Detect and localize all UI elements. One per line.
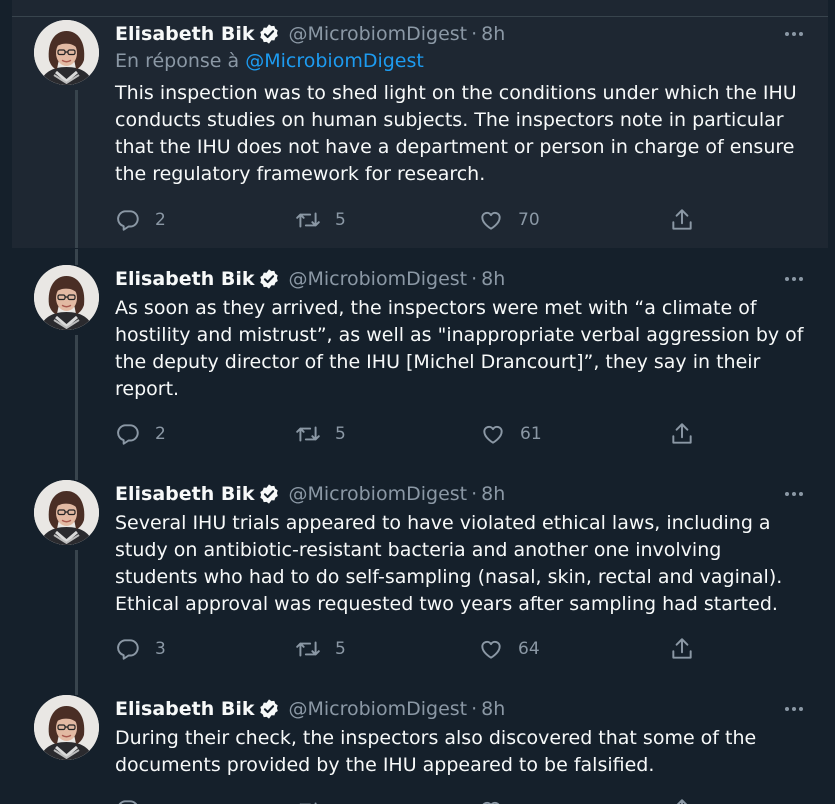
more-icon[interactable]	[782, 22, 806, 46]
reply-to-prefix: En réponse à	[115, 50, 240, 72]
retweet-button[interactable]: 5	[295, 420, 346, 448]
tweet-time[interactable]: 8h	[481, 23, 505, 45]
retweet-icon	[295, 207, 321, 233]
like-count: 64	[518, 639, 540, 659]
author-handle[interactable]: @MicrobiomDigest	[288, 483, 467, 505]
verified-badge-icon	[258, 483, 280, 505]
reply-to: En réponse à @MicrobiomDigest	[115, 50, 424, 72]
retweet-count: 5	[335, 639, 346, 659]
reply-icon	[115, 207, 141, 233]
like-icon	[478, 636, 504, 662]
reply-icon	[115, 636, 141, 662]
avatar[interactable]	[34, 480, 99, 545]
tweet-header: Elisabeth Bik @MicrobiomDigest · 8h	[115, 697, 505, 721]
reply-count: 3	[155, 639, 166, 659]
separator: ·	[471, 23, 478, 45]
verified-badge-icon	[258, 698, 280, 720]
retweet-count: 5	[335, 210, 346, 230]
thread-line	[75, 335, 78, 473]
retweet-count: 5	[335, 424, 346, 444]
like-icon	[478, 207, 504, 233]
thread-line	[75, 90, 78, 248]
tweet-time[interactable]: 8h	[481, 483, 505, 505]
share-button[interactable]	[669, 206, 695, 234]
tweet-text: As soon as they arrived, the inspectors …	[115, 297, 810, 400]
like-count: 61	[520, 424, 542, 444]
reply-button[interactable]	[115, 796, 141, 804]
retweet-button[interactable]: 5	[295, 635, 346, 663]
tweet[interactable]: Elisabeth Bik @MicrobiomDigest · 8h En r…	[12, 17, 828, 248]
tweet-time[interactable]: 8h	[481, 698, 505, 720]
share-icon	[669, 207, 695, 233]
more-icon[interactable]	[782, 267, 806, 291]
share-button[interactable]	[669, 420, 695, 448]
like-button[interactable]: 70	[478, 206, 540, 234]
thread-line	[75, 464, 78, 480]
like-icon	[480, 421, 506, 447]
retweet-button[interactable]: 5	[295, 206, 346, 234]
more-icon[interactable]	[782, 697, 806, 721]
reply-mention-link[interactable]: @MicrobiomDigest	[245, 50, 424, 72]
tweet[interactable]: Elisabeth Bik @MicrobiomDigest · 8h Seve…	[12, 464, 828, 690]
avatar[interactable]	[34, 695, 99, 760]
reply-button[interactable]: 3	[115, 635, 166, 663]
reply-icon	[115, 797, 141, 804]
separator: ·	[471, 268, 478, 290]
separator: ·	[471, 483, 478, 505]
verified-badge-icon	[258, 268, 280, 290]
thread-line	[75, 679, 78, 695]
author-name[interactable]: Elisabeth Bik	[115, 698, 254, 720]
reply-icon	[115, 421, 141, 447]
reply-count: 2	[155, 210, 166, 230]
retweet-button[interactable]	[295, 796, 321, 804]
tweet-text: During their check, the inspectors also …	[115, 727, 763, 776]
tweet-text: This inspection was to shed light on the…	[115, 82, 803, 185]
share-icon	[669, 421, 695, 447]
share-icon	[669, 636, 695, 662]
like-count: 70	[518, 210, 540, 230]
verified-badge-icon	[258, 23, 280, 45]
tweet-actions	[115, 796, 715, 804]
avatar[interactable]	[34, 265, 99, 330]
tweet-time[interactable]: 8h	[481, 268, 505, 290]
thread-line	[75, 249, 78, 265]
tweet-actions: 2 5 61	[115, 420, 715, 448]
retweet-icon	[295, 636, 321, 662]
like-button[interactable]: 64	[478, 635, 540, 663]
avatar[interactable]	[34, 20, 99, 85]
tweet-text: Several IHU trials appeared to have viol…	[115, 512, 783, 615]
author-handle[interactable]: @MicrobiomDigest	[288, 268, 467, 290]
reply-button[interactable]: 2	[115, 206, 166, 234]
separator: ·	[471, 698, 478, 720]
retweet-icon	[295, 421, 321, 447]
share-icon	[669, 797, 695, 804]
author-name[interactable]: Elisabeth Bik	[115, 483, 254, 505]
tweet[interactable]: Elisabeth Bik @MicrobiomDigest · 8h As s…	[12, 249, 828, 473]
reply-button[interactable]: 2	[115, 420, 166, 448]
share-button[interactable]	[669, 796, 695, 804]
reply-count: 2	[155, 424, 166, 444]
tweet-actions: 2 5 70	[115, 206, 715, 234]
tweet-actions: 3 5 64	[115, 635, 715, 663]
author-name[interactable]: Elisabeth Bik	[115, 268, 254, 290]
retweet-icon	[295, 797, 321, 804]
thread-line	[75, 550, 78, 690]
author-name[interactable]: Elisabeth Bik	[115, 23, 254, 45]
author-handle[interactable]: @MicrobiomDigest	[288, 23, 467, 45]
like-icon	[478, 797, 504, 804]
tweet-header: Elisabeth Bik @MicrobiomDigest · 8h	[115, 482, 505, 506]
tweet-header: Elisabeth Bik @MicrobiomDigest · 8h	[115, 22, 505, 46]
previous-tweet-edge	[12, 0, 828, 17]
like-button[interactable]: 61	[480, 420, 542, 448]
author-handle[interactable]: @MicrobiomDigest	[288, 698, 467, 720]
tweet-header: Elisabeth Bik @MicrobiomDigest · 8h	[115, 267, 505, 291]
share-button[interactable]	[669, 635, 695, 663]
like-button[interactable]	[478, 796, 504, 804]
more-icon[interactable]	[782, 482, 806, 506]
tweet[interactable]: Elisabeth Bik @MicrobiomDigest · 8h Duri…	[12, 679, 828, 804]
